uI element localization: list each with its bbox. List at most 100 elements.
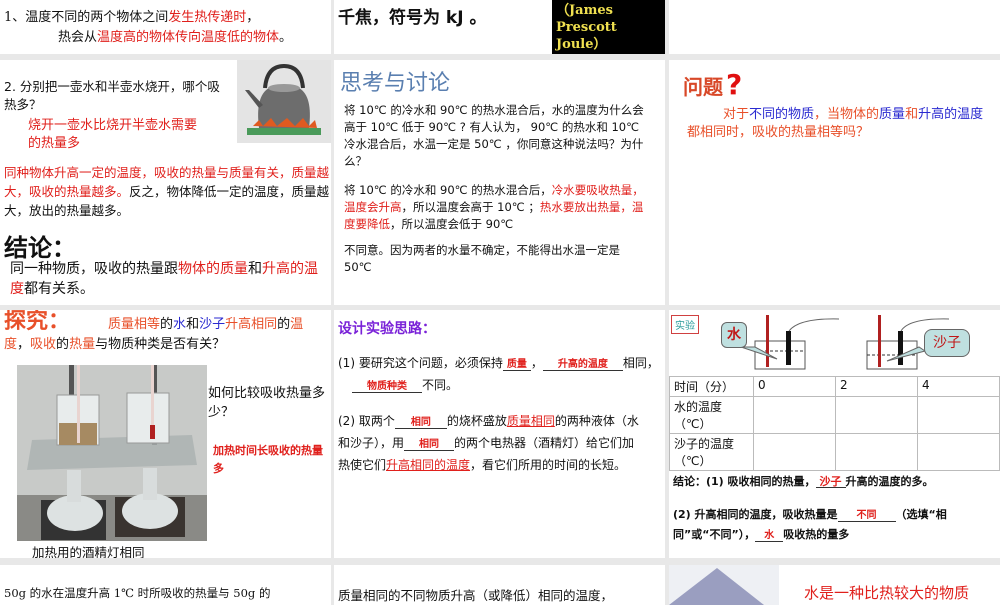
slide-thumbnail-9[interactable]: 实验 水 沙子 时间（分） 0 2 4 水的温度（℃） 沙子的温度（℃） 结论：(1)… <box>669 310 1000 558</box>
text-line: 热会从温度高的物体传向温度低的物体。 <box>4 28 292 48</box>
question-text: 2. 分别把一壶水和半壶水烧开，哪个吸热多？ <box>4 79 220 112</box>
conclusion-1: 结论：(1) 吸收相同的热量， 沙子 升高的温度的多。 <box>673 473 1000 489</box>
slide-thumbnail-2[interactable]: 千焦，符号为 kJ 。 （James Prescott Joule） <box>334 0 665 54</box>
data-table: 时间（分） 0 2 4 水的温度（℃） 沙子的温度（℃） <box>669 376 1000 471</box>
pyramid-shape <box>669 568 764 605</box>
slide-thumbnail-6[interactable]: 问题? 对于不同的物质，当物体的质量和升高的温度都相同时，吸收的热量相等吗？ <box>669 60 1000 305</box>
slide-thumbnail-5[interactable]: 思考与讨论 将 10℃ 的冷水和 90℃ 的热水混合后，水的温度为什么会高于 1… <box>334 60 665 305</box>
text: 的烧杯盛放 <box>446 414 507 428</box>
text: 的 <box>277 317 291 332</box>
blank-answer: 沙子 <box>815 476 846 488</box>
photo-caption: 加热用的酒精灯相同 <box>32 545 145 558</box>
text: 对于 <box>723 107 750 122</box>
header-cell: 2 <box>835 376 918 397</box>
text: ， <box>246 10 260 25</box>
text: 发生热传递时 <box>168 10 247 25</box>
text: (1) 要研究这个问题，必须保持 <box>338 356 503 370</box>
slide-text: 千焦，符号为 kJ 。 <box>338 8 487 28</box>
text: ，所以温度会低于 90℃ <box>390 217 514 231</box>
slide-thumbnail-10[interactable]: 50g 的水在温度升高 1℃ 时所吸收的热量与 50g 的 <box>0 565 331 605</box>
table-row: 水的温度（℃） <box>669 396 1000 434</box>
table-row: 沙子的温度（℃） <box>669 433 1000 471</box>
text: 热会从 <box>58 30 98 45</box>
text: 的 <box>56 337 70 352</box>
text: 1、温度不同的两个物体之间 <box>4 10 169 25</box>
blank-answer: 质量 <box>502 360 531 371</box>
paragraph: (2) 取两个 相同 的烧杯盛放质量相同的两种液体（水和沙子），用 相同 的两个电热器（… <box>338 410 643 476</box>
table-cell <box>835 396 918 434</box>
text: 质量相等 <box>108 317 161 332</box>
text: 质量相同 <box>506 414 555 428</box>
slide-thumbnail-3[interactable] <box>669 0 1000 54</box>
slide-thumbnail-8[interactable]: 设计实验思路： (1) 要研究这个问题，必须保持 质量，升高的温度 相同， 物质种类不… <box>334 310 665 558</box>
answer-text: 烧开一壶水比烧开半壶水需要的热量多 <box>28 118 198 151</box>
text: 和 <box>248 261 262 277</box>
text: 吸收热的量多 <box>783 528 850 541</box>
text: ， <box>530 356 543 370</box>
paragraph: 将 10℃ 的冷水和 90℃ 的热水混合后，冷水要吸收热量，温度会升高，所以温度… <box>344 182 644 233</box>
slide-thumbnail-12[interactable]: 水是一种比热较大的物质 <box>669 565 1000 605</box>
question-mark-icon: ? <box>726 68 743 101</box>
slide-text: 50g 的水在温度升高 1℃ 时所吸收的热量与 50g 的 <box>4 586 271 600</box>
slide-thumbnail-4[interactable]: 2. 分别把一壶水和半壶水烧开，哪个吸热多？ 烧开一壶水比烧开半壶水需要的热量多… <box>0 60 331 305</box>
text: (2) 升高相同的温度，吸收热量是 <box>673 508 838 521</box>
table-cell <box>835 433 918 471</box>
text: 物体的质量 <box>178 261 248 277</box>
text: 吸收 <box>30 337 57 352</box>
slide-thumbnail-1[interactable]: 1、温度不同的两个物体之间发生热传递时， 热会从温度高的物体传向温度低的物体。 <box>0 0 331 54</box>
text: 升高相同 <box>225 317 278 332</box>
text: ，所以温度会高于 10℃ ； <box>401 200 540 214</box>
slide-title: 探究： <box>4 310 71 334</box>
blank-answer: 相同 <box>394 418 447 429</box>
paragraph: (1) 要研究这个问题，必须保持 质量，升高的温度 相同， 物质种类 不同。 <box>338 352 665 396</box>
text: 温度高的物体传向温度低的物体 <box>97 30 280 45</box>
text: 和 <box>186 317 200 332</box>
text-line: 1、温度不同的两个物体之间发生热传递时， <box>4 8 292 28</box>
header-cell: 时间（分） <box>669 376 754 397</box>
header-cell: 0 <box>753 376 836 397</box>
experiment-photo <box>17 365 207 541</box>
text: 与物质种类是否有关？ <box>95 337 226 352</box>
text: 质量 <box>879 107 906 122</box>
row-label: 水的温度（℃） <box>669 396 754 434</box>
blank-answer: 升高的温度 <box>542 360 623 371</box>
text: ，看它们所用的时间的长短。 <box>470 458 627 472</box>
blank-answer: 相同 <box>404 440 455 451</box>
row-label: 沙子的温度（℃） <box>669 433 754 471</box>
text: 将 10℃ 的冷水和 90℃ 的热水混合后， <box>344 183 552 197</box>
conclusion-2: (2) 升高相同的温度，吸收热量是 不同 （选填“相同”或“不同”），水吸收热的量多 <box>673 505 993 545</box>
header-cell: 4 <box>917 376 1000 397</box>
slide-thumbnail-11[interactable]: 质量相同的不同物质升高（或降低）相同的温度， <box>334 565 665 605</box>
conclusion-title: 结论： <box>4 234 76 262</box>
paragraph: 不同意。因为两者的水量不确定，不能得出水温一定是 50℃ <box>344 243 620 274</box>
portrait-caption: （James Prescott Joule） <box>552 0 665 54</box>
text: ， <box>17 337 31 352</box>
text: 热量 <box>69 337 96 352</box>
table-header-row: 时间（分） 0 2 4 <box>669 376 1000 397</box>
callout-water: 水 <box>721 322 747 348</box>
slide-title: 设计实验思路： <box>338 321 436 337</box>
text: 同一种物质，吸收的热量跟 <box>10 261 178 277</box>
text: 的 <box>160 317 174 332</box>
blank-answer: 不同 <box>837 511 896 522</box>
text: (2) 取两个 <box>338 414 395 428</box>
text: ，当物体的 <box>814 107 880 122</box>
text: 升高的温度 <box>918 107 984 122</box>
text: 。 <box>279 30 293 45</box>
blank-answer: 水 <box>755 531 784 542</box>
table-cell <box>753 433 836 471</box>
slide-text: 质量相同的不同物质升高（或降低）相同的温度， <box>338 588 614 603</box>
text: 结论：(1) 吸收相同的热量， <box>673 475 816 488</box>
text: 都有关系。 <box>24 281 94 297</box>
blank-answer: 物质种类 <box>352 382 422 393</box>
slide-thumbnail-7[interactable]: 探究： 质量相等的水和沙子升高相同的温度，吸收的热量与物质种类是否有关？ 如何比较… <box>0 310 331 558</box>
answer-text: 加热时间长吸收的热量多 <box>213 444 323 475</box>
text: 升高的温度的多。 <box>845 475 934 488</box>
text: 和 <box>905 107 919 122</box>
question-text: 如何比较吸收热量多少？ <box>208 386 326 420</box>
experiment-tag: 实验 <box>671 315 699 334</box>
question-text: 对于不同的物质，当物体的质量和升高的温度都相同时，吸收的热量相等吗？ <box>687 106 987 142</box>
text: 不同。 <box>422 378 459 392</box>
slide-title: 问题 <box>683 75 723 99</box>
text: 相同， <box>622 356 659 370</box>
